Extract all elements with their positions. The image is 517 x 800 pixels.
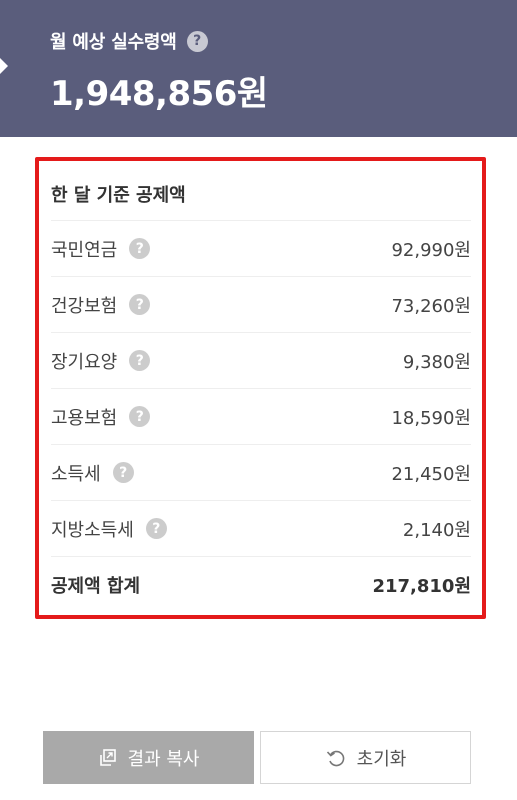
copy-icon xyxy=(98,748,118,768)
deductions-title: 한 달 기준 공제액 xyxy=(51,185,186,206)
deduction-label: 고용보험 xyxy=(51,407,118,429)
help-icon[interactable]: ? xyxy=(129,350,151,371)
deduction-label: 지방소득세 xyxy=(51,519,134,541)
deduction-row-health-insurance: 건강보험 ? 73,260원 xyxy=(51,276,471,332)
reset-label: 초기화 xyxy=(356,748,407,770)
deduction-total-label: 공제액 합계 xyxy=(51,575,141,597)
deduction-total-value: 217,810원 xyxy=(372,575,471,597)
result-header: 월 예상 실수령액 ? 1,948,856원 xyxy=(0,0,517,137)
refresh-icon xyxy=(325,747,347,769)
deduction-row-long-term-care: 장기요양 ? 9,380원 xyxy=(51,332,471,388)
deduction-label: 소득세 xyxy=(51,463,101,485)
deduction-row-income-tax: 소득세 ? 21,450원 xyxy=(51,444,471,500)
deduction-total-row: 공제액 합계 217,810원 xyxy=(51,556,471,612)
help-icon[interactable]: ? xyxy=(129,238,151,259)
deduction-value: 73,260원 xyxy=(391,295,471,317)
copy-result-button[interactable]: 결과 복사 xyxy=(43,731,254,784)
deduction-row-national-pension: 국민연금 ? 92,990원 xyxy=(51,220,471,276)
help-icon[interactable]: ? xyxy=(145,518,167,539)
deduction-row-local-income-tax: 지방소득세 ? 2,140원 xyxy=(51,500,471,556)
deductions-panel: 한 달 기준 공제액 국민연금 ? 92,990원 건강보험 ? 73,260원… xyxy=(35,157,486,619)
deduction-value: 9,380원 xyxy=(402,351,471,373)
header-arrow-marker xyxy=(0,58,8,74)
deduction-value: 21,450원 xyxy=(391,463,471,485)
net-pay-label-row: 월 예상 실수령액 ? xyxy=(50,29,208,53)
deduction-row-employment-insurance: 고용보험 ? 18,590원 xyxy=(51,388,471,444)
reset-button[interactable]: 초기화 xyxy=(260,731,471,784)
net-pay-label: 월 예상 실수령액 xyxy=(50,32,177,53)
help-icon[interactable]: ? xyxy=(129,294,151,315)
help-icon[interactable]: ? xyxy=(112,462,134,483)
net-pay-amount: 1,948,856원 xyxy=(50,74,268,114)
deduction-value: 18,590원 xyxy=(391,407,471,429)
deduction-value: 2,140원 xyxy=(402,519,471,541)
copy-result-label: 결과 복사 xyxy=(127,748,200,770)
deduction-value: 92,990원 xyxy=(391,239,471,261)
help-icon[interactable]: ? xyxy=(129,406,151,427)
help-icon[interactable]: ? xyxy=(186,30,208,52)
deduction-label: 장기요양 xyxy=(51,351,118,373)
deduction-label: 건강보험 xyxy=(51,295,118,317)
deduction-label: 국민연금 xyxy=(51,239,118,261)
